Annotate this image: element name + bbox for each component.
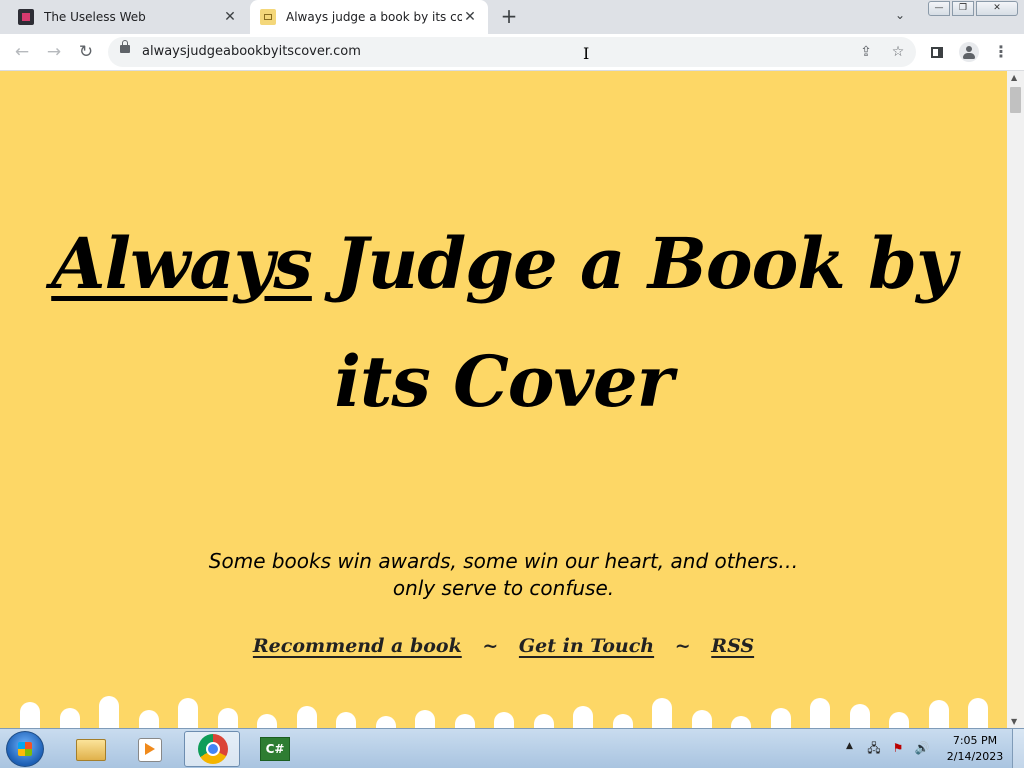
decorative-spine: [928, 700, 949, 728]
tab-search-chevron-icon[interactable]: ⌄: [895, 8, 905, 22]
tray-expand-icon[interactable]: ▲: [846, 741, 853, 751]
tab-strip: The Useless Web ✕ Always judge a book by…: [0, 0, 1024, 34]
decorative-spine: [454, 714, 475, 728]
close-window-button[interactable]: ✕: [976, 1, 1018, 16]
useless-web-icon: [18, 9, 34, 25]
new-tab-button[interactable]: +: [498, 6, 520, 28]
scroll-down-arrow-icon[interactable]: ▼: [1011, 717, 1017, 726]
show-desktop-button[interactable]: [1012, 729, 1024, 768]
headline-underlined-word: Always: [51, 222, 313, 305]
csharp-label: C#: [260, 737, 290, 761]
page-title: Always Judge a Book by its Cover: [40, 205, 967, 441]
decorative-spine: [612, 714, 633, 728]
decorative-spine: [731, 716, 751, 728]
decorative-spine: [770, 708, 791, 728]
back-arrow-icon[interactable]: ←: [10, 40, 34, 64]
scroll-up-arrow-icon[interactable]: ▲: [1011, 73, 1017, 82]
web-page: Always Judge a Book by its Cover Some bo…: [0, 71, 1007, 728]
address-bar[interactable]: alwaysjudgeabookbyitscover.com ⇪ ☆: [108, 37, 916, 67]
lock-icon[interactable]: [120, 40, 130, 53]
volume-icon[interactable]: 🔊: [914, 740, 930, 756]
decorative-spine: [494, 712, 514, 728]
star-icon[interactable]: ☆: [888, 42, 908, 62]
tagline: Some books win awards, some win our hear…: [208, 549, 799, 600]
decorative-spine: [217, 708, 238, 728]
decorative-spine: [99, 696, 119, 728]
side-panel-icon[interactable]: [926, 41, 948, 63]
decorative-spine: [968, 698, 988, 728]
clock[interactable]: 7:05 PM 2/14/2023: [940, 733, 1010, 765]
decorative-spine: [59, 708, 80, 728]
link-separator: ~: [482, 635, 499, 657]
decorative-spine: [178, 698, 198, 728]
tab-useless-web[interactable]: The Useless Web ✕: [8, 0, 248, 34]
media-player-icon[interactable]: [122, 731, 178, 767]
vertical-scrollbar[interactable]: ▲ ▼: [1007, 71, 1024, 728]
decorative-spine: [336, 712, 356, 728]
decorative-spine: [20, 702, 40, 728]
text-cursor-icon: I: [583, 44, 590, 63]
decorative-spine: [652, 698, 672, 728]
maximize-button[interactable]: ❐: [952, 1, 974, 16]
decorative-spine: [415, 710, 435, 728]
forward-arrow-icon[interactable]: →: [42, 40, 66, 64]
tab-title: The Useless Web: [44, 10, 146, 24]
decorative-spine: [533, 714, 554, 728]
csharp-icon[interactable]: C#: [246, 731, 302, 767]
minimize-button[interactable]: —: [928, 1, 950, 16]
headline-text: Judge a Book by its Cover: [311, 222, 956, 423]
nav-links: Recommend a book ~ Get in Touch ~ RSS: [150, 635, 857, 657]
clock-date: 2/14/2023: [946, 750, 1004, 763]
tab-always-judge[interactable]: Always judge a book by its cover ✕: [250, 0, 488, 34]
book-icon: [260, 9, 276, 25]
recommend-book-link[interactable]: Recommend a book: [253, 635, 462, 657]
decorative-spine: [296, 706, 317, 728]
close-icon[interactable]: ✕: [222, 9, 238, 25]
book-spines-decoration: [0, 688, 1007, 728]
decorative-spine: [375, 716, 396, 728]
clock-time: 7:05 PM: [952, 734, 998, 747]
reload-icon[interactable]: ↻: [74, 40, 98, 64]
kebab-menu-icon[interactable]: ⋮: [990, 41, 1012, 63]
decorative-spine: [849, 704, 870, 728]
chrome-icon[interactable]: [184, 731, 240, 767]
share-icon[interactable]: ⇪: [856, 42, 876, 62]
close-icon[interactable]: ✕: [462, 9, 478, 25]
decorative-spine: [257, 714, 277, 728]
action-center-flag-icon[interactable]: ⚑: [890, 740, 906, 756]
decorative-spine: [889, 712, 909, 728]
start-button[interactable]: [6, 731, 44, 767]
rss-link[interactable]: RSS: [711, 635, 754, 657]
browser-toolbar: ← → ↻ alwaysjudgeabookbyitscover.com ⇪ ☆…: [0, 34, 1024, 71]
scroll-thumb[interactable]: [1010, 87, 1021, 113]
windows-explorer-icon[interactable]: [62, 731, 118, 767]
tab-title: Always judge a book by its cover: [286, 10, 462, 24]
taskbar: C# ▲ 🖧 ⚑ 🔊 7:05 PM 2/14/2023: [0, 728, 1024, 768]
profile-icon[interactable]: [958, 41, 980, 63]
link-separator: ~: [674, 635, 691, 657]
url-text[interactable]: alwaysjudgeabookbyitscover.com: [142, 44, 361, 59]
decorative-spine: [138, 710, 159, 728]
get-in-touch-link[interactable]: Get in Touch: [519, 635, 654, 657]
decorative-spine: [573, 706, 593, 728]
decorative-spine: [691, 710, 712, 728]
decorative-spine: [810, 698, 830, 728]
network-icon[interactable]: 🖧: [866, 740, 882, 756]
